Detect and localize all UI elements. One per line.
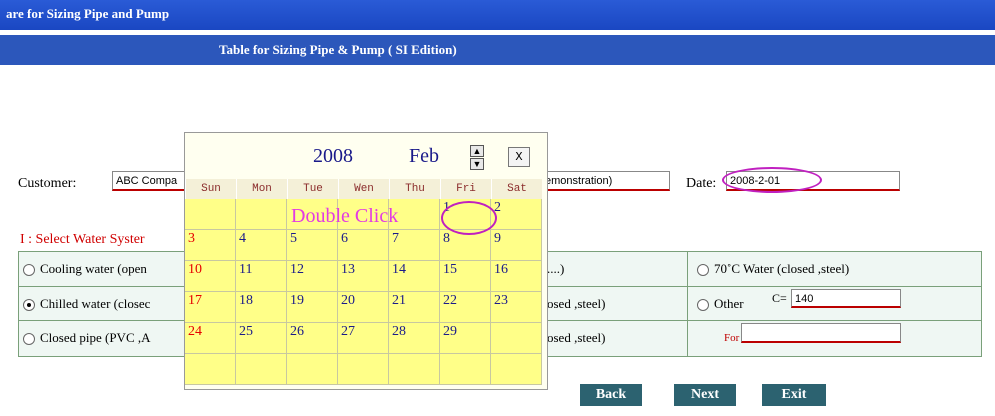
window-title: are for Sizing Pipe and Pump bbox=[6, 6, 170, 21]
radio-button[interactable] bbox=[697, 264, 709, 277]
calendar-day-cell[interactable] bbox=[185, 354, 236, 385]
row-middle-text: osed ,steel) bbox=[547, 330, 606, 345]
calendar-day-cell[interactable]: 18 bbox=[236, 292, 287, 323]
water-system-section-title: I : Select Water Syster bbox=[20, 232, 145, 247]
calendar-day-cell[interactable]: 4 bbox=[236, 230, 287, 261]
calendar-day-cell[interactable]: 12 bbox=[287, 261, 338, 292]
row-middle-text: osed ,steel) bbox=[547, 296, 606, 311]
calendar-day-cell[interactable]: 21 bbox=[389, 292, 440, 323]
spinner-down-icon[interactable]: ▼ bbox=[470, 158, 484, 170]
weekday-label: Wen bbox=[338, 179, 389, 199]
page-title: Table for Sizing Pipe & Pump ( SI Editio… bbox=[219, 42, 457, 57]
weekday-label: Sat bbox=[491, 179, 542, 199]
calendar-day-cell[interactable] bbox=[287, 199, 338, 230]
calendar-popup: 2008 Feb ▲ ▼ X Sun Mon Tue Wen Thu Fri Sat 123… bbox=[184, 132, 548, 390]
radio-button[interactable] bbox=[23, 264, 35, 277]
radio-button[interactable] bbox=[697, 299, 709, 312]
radio-button-selected[interactable] bbox=[23, 299, 35, 312]
calendar-day-cell[interactable]: 26 bbox=[287, 323, 338, 354]
customer-input[interactable]: ABC Compa bbox=[112, 171, 192, 191]
calendar-day-cell[interactable] bbox=[287, 354, 338, 385]
calendar-day-cell[interactable] bbox=[185, 199, 236, 230]
calendar-day-cell[interactable]: 1 bbox=[440, 199, 491, 230]
calendar-day-cell[interactable]: 13 bbox=[338, 261, 389, 292]
c-coefficient-label: C= bbox=[772, 291, 787, 305]
chilled-water-option[interactable]: Chilled water (closec bbox=[23, 287, 150, 321]
calendar-day-cell[interactable] bbox=[491, 354, 542, 385]
calendar-day-cell[interactable]: 27 bbox=[338, 323, 389, 354]
calendar-day-cell[interactable] bbox=[491, 323, 542, 354]
calendar-day-cell[interactable]: 20 bbox=[338, 292, 389, 323]
date-input[interactable]: 2008-2-01 bbox=[726, 171, 900, 191]
weekday-label: Tue bbox=[287, 179, 338, 199]
calendar-year: 2008 bbox=[313, 145, 353, 167]
calendar-day-cell[interactable]: 29 bbox=[440, 323, 491, 354]
calendar-day-cell[interactable]: 3 bbox=[185, 230, 236, 261]
calendar-day-cell[interactable] bbox=[236, 354, 287, 385]
month-spinner[interactable]: ▲ ▼ bbox=[470, 145, 484, 171]
radio-button[interactable] bbox=[23, 333, 35, 346]
for-input[interactable] bbox=[741, 323, 901, 343]
calendar-day-cell[interactable]: 2 bbox=[491, 199, 542, 230]
project-input[interactable]: emonstration) bbox=[541, 171, 670, 191]
calendar-day-cell[interactable]: 9 bbox=[491, 230, 542, 261]
calendar-day-cell[interactable]: 17 bbox=[185, 292, 236, 323]
calendar-day-cell[interactable] bbox=[389, 354, 440, 385]
calendar-day-cell[interactable] bbox=[338, 354, 389, 385]
calendar-day-cell[interactable]: 28 bbox=[389, 323, 440, 354]
date-label: Date: bbox=[686, 176, 717, 191]
back-button[interactable]: Back bbox=[580, 384, 642, 406]
calendar-day-cell[interactable]: 25 bbox=[236, 323, 287, 354]
calendar-day-cell[interactable]: 7 bbox=[389, 230, 440, 261]
window-title-bar: are for Sizing Pipe and Pump bbox=[0, 0, 995, 30]
calendar-day-cell[interactable]: 24 bbox=[185, 323, 236, 354]
row-middle-text: ....) bbox=[547, 261, 565, 276]
calendar-day-cell[interactable] bbox=[236, 199, 287, 230]
calendar-day-cell[interactable]: 16 bbox=[491, 261, 542, 292]
calendar-day-cell[interactable]: 11 bbox=[236, 261, 287, 292]
page-header-bar: Table for Sizing Pipe & Pump ( SI Editio… bbox=[0, 35, 995, 65]
calendar-day-cell[interactable]: 8 bbox=[440, 230, 491, 261]
hot-water-option[interactable]: 70˚C Water (closed ,steel) bbox=[697, 252, 849, 286]
calendar-day-cell[interactable]: 5 bbox=[287, 230, 338, 261]
exit-button[interactable]: Exit bbox=[762, 384, 826, 406]
weekday-label: Thu bbox=[389, 179, 440, 199]
weekday-label: Fri bbox=[440, 179, 491, 199]
calendar-day-cell[interactable]: 15 bbox=[440, 261, 491, 292]
calendar-day-cell[interactable]: 14 bbox=[389, 261, 440, 292]
weekday-label: Sun bbox=[185, 179, 236, 199]
weekday-label: Mon bbox=[236, 179, 287, 199]
for-label: For bbox=[724, 332, 740, 344]
customer-label: Customer: bbox=[18, 176, 77, 191]
calendar-month: Feb bbox=[409, 145, 439, 167]
calendar-day-cell[interactable]: 22 bbox=[440, 292, 491, 323]
calendar-day-cell[interactable]: 23 bbox=[491, 292, 542, 323]
calendar-header: 2008 Feb ▲ ▼ X bbox=[185, 133, 547, 179]
next-button[interactable]: Next bbox=[674, 384, 736, 406]
calendar-day-cell[interactable]: 19 bbox=[287, 292, 338, 323]
spinner-up-icon[interactable]: ▲ bbox=[470, 145, 484, 157]
calendar-day-cell[interactable] bbox=[338, 199, 389, 230]
calendar-close-button[interactable]: X bbox=[508, 147, 530, 167]
closed-pipe-option[interactable]: Closed pipe (PVC ,A bbox=[23, 321, 151, 355]
calendar-day-cell[interactable]: 10 bbox=[185, 261, 236, 292]
calendar-day-cell[interactable] bbox=[440, 354, 491, 385]
cooling-water-option[interactable]: Cooling water (open bbox=[23, 252, 147, 286]
calendar-day-cell[interactable]: 6 bbox=[338, 230, 389, 261]
c-coefficient-input[interactable]: 140 bbox=[791, 289, 901, 308]
calendar-day-cell[interactable] bbox=[389, 199, 440, 230]
other-option[interactable]: Other bbox=[697, 287, 744, 321]
